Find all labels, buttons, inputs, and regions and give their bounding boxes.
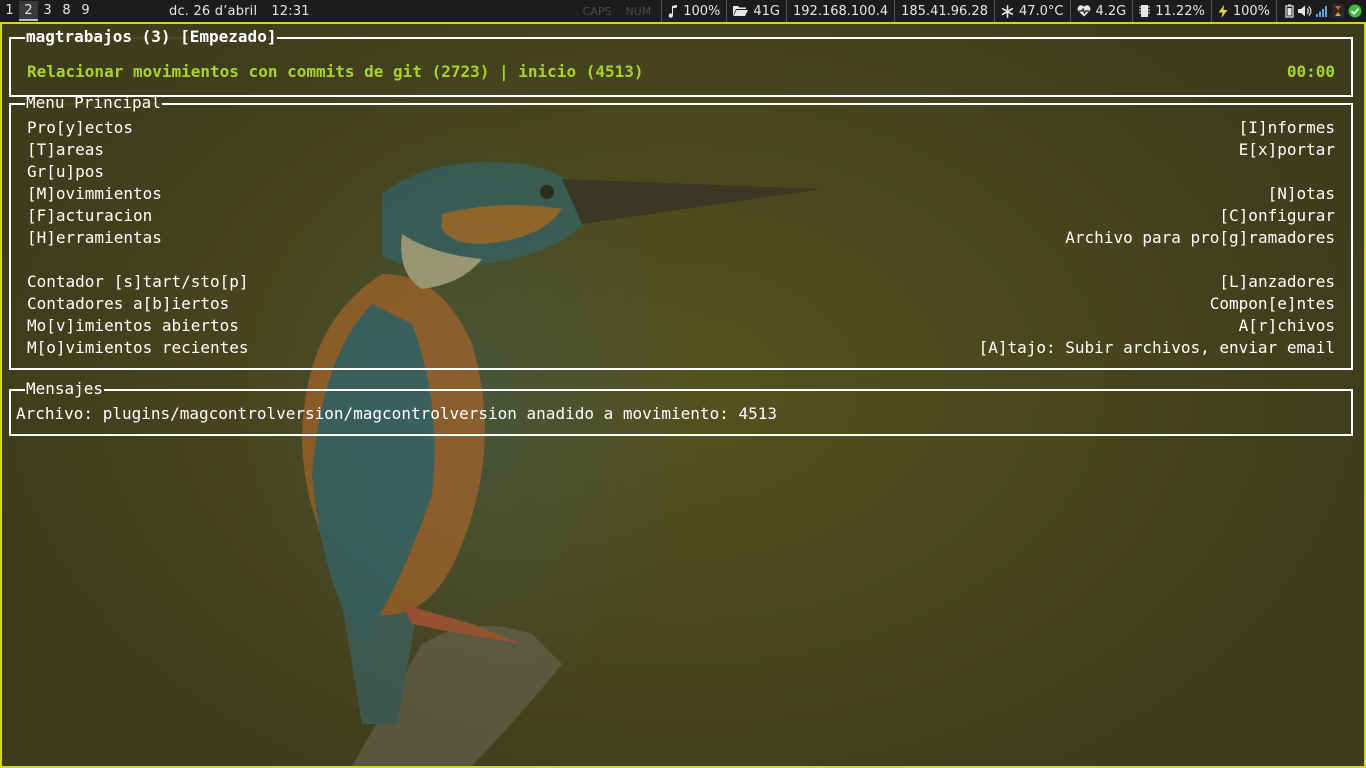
menu-right-column: [I]nformes E[x]portar [N]otas [C]onfigur… (979, 117, 1335, 359)
cpu-value: 11.22% (1155, 3, 1205, 19)
menu-item-herramientas[interactable]: [H]erramientas (27, 227, 249, 249)
workspace-button-9[interactable]: 9 (76, 1, 95, 21)
volume-status[interactable]: 100% (661, 0, 726, 22)
menu-item-exportar[interactable]: E[x]portar (979, 139, 1335, 161)
network-tray-icon[interactable] (1332, 4, 1344, 18)
public-ip-status[interactable]: 185.41.96.28 (894, 0, 994, 22)
work-panel-title: magtrabajos (3) [Empezado] (26, 27, 277, 46)
menu-item-archivos[interactable]: A[r]chivos (979, 315, 1335, 337)
menu-item-archivo-programadores[interactable]: Archivo para pro[g]ramadores (979, 227, 1335, 249)
menu-spacer (27, 249, 249, 271)
terminal-window[interactable]: magtrabajos (3) [Empezado] Relacionar mo… (0, 22, 1366, 768)
disk-value: 41G (753, 3, 781, 19)
work-status-panel: magtrabajos (3) [Empezado] Relacionar mo… (9, 27, 1353, 97)
menu-spacer (979, 249, 1335, 271)
menu-item-configurar[interactable]: [C]onfigurar (979, 205, 1335, 227)
menu-item-componentes[interactable]: Compon[e]ntes (979, 293, 1335, 315)
snowflake-icon (1001, 4, 1014, 18)
clock: dc. 26 d’abril 12:31 (169, 4, 310, 19)
cpu-status[interactable]: 11.22% (1132, 0, 1211, 22)
num-lock-indicator: NUM (625, 4, 652, 18)
messages-panel: Mensajes Archivo: plugins/magcontrolvers… (9, 379, 1353, 436)
menu-item-informes[interactable]: [I]nformes (979, 117, 1335, 139)
menu-item-movimientos[interactable]: [M]ovimmientos (27, 183, 249, 205)
workspace-button-3[interactable]: 3 (38, 1, 57, 21)
memory-value: 4.2G (1095, 3, 1127, 19)
top-status-bar: 1 2 3 8 9 dc. 26 d’abril 12:31 CAPS NUM 1… (0, 0, 1366, 22)
local-ip-value: 192.168.100.4 (793, 3, 889, 19)
message-text: Archivo: plugins/magcontrolversion/magco… (16, 404, 777, 423)
battery-status[interactable]: 100% (1210, 0, 1276, 22)
menu-item-movimientos-recientes[interactable]: M[o]vimientos recientes (27, 337, 249, 359)
main-menu-panel: Menu Principal Pro[y]ectos [T]areas Gr[u… (9, 93, 1353, 370)
music-note-icon (668, 4, 678, 18)
workspace-button-1[interactable]: 1 (0, 1, 19, 21)
memory-status[interactable]: 4.2G (1069, 0, 1133, 22)
caps-lock-indicator: CAPS (582, 4, 612, 18)
menu-item-empty (979, 161, 1335, 183)
wifi-signal-icon[interactable] (1316, 5, 1328, 17)
menu-item-lanzadores[interactable]: [L]anzadores (979, 271, 1335, 293)
temperature-value: 47.0°C (1018, 3, 1064, 19)
battery-tray-icon[interactable] (1285, 4, 1294, 18)
menu-left-column: Pro[y]ectos [T]areas Gr[u]pos [M]ovimmie… (27, 117, 249, 359)
check-circle-icon[interactable] (1348, 4, 1362, 18)
clock-date: dc. 26 d’abril (169, 3, 258, 19)
public-ip-value: 185.41.96.28 (901, 3, 988, 19)
temperature-status[interactable]: 47.0°C (993, 0, 1070, 22)
menu-item-facturacion[interactable]: [F]acturacion (27, 205, 249, 227)
folder-icon (733, 6, 749, 16)
current-task-line[interactable]: Relacionar movimientos con commits de gi… (27, 62, 644, 82)
menu-item-contador-start-stop[interactable]: Contador [s]tart/sto[p] (27, 271, 249, 293)
heart-pulse-icon (1077, 5, 1090, 17)
status-indicators: CAPS NUM 100% 41G 192.168.100.4 185.41.9… (583, 0, 1366, 22)
menu-item-tareas[interactable]: [T]areas (27, 139, 249, 161)
battery-value: 100% (1232, 3, 1270, 19)
workspace-button-8[interactable]: 8 (57, 1, 76, 21)
local-ip-status[interactable]: 192.168.100.4 (786, 0, 894, 22)
clock-time: 12:31 (271, 3, 310, 19)
chip-icon (1139, 5, 1151, 17)
menu-item-contadores-abiertos[interactable]: Contadores a[b]iertos (27, 293, 249, 315)
speaker-tray-icon[interactable] (1298, 5, 1312, 17)
lightning-icon (1218, 4, 1228, 18)
main-menu-title: Menu Principal (26, 93, 161, 112)
system-tray (1276, 0, 1366, 22)
disk-status[interactable]: 41G (726, 0, 786, 22)
menu-item-notas[interactable]: [N]otas (979, 183, 1335, 205)
volume-value: 100% (683, 3, 721, 19)
menu-item-grupos[interactable]: Gr[u]pos (27, 161, 249, 183)
menu-item-proyectos[interactable]: Pro[y]ectos (27, 117, 249, 139)
messages-title: Mensajes (26, 379, 104, 398)
workspace-button-2[interactable]: 2 (19, 1, 38, 21)
menu-item-atajo[interactable]: [A]tajo: Subir archivos, enviar email (979, 337, 1335, 359)
workspace-list: 1 2 3 8 9 (0, 0, 95, 22)
task-timer: 00:00 (1286, 62, 1335, 81)
menu-item-movimientos-abiertos[interactable]: Mo[v]imientos abiertos (27, 315, 249, 337)
